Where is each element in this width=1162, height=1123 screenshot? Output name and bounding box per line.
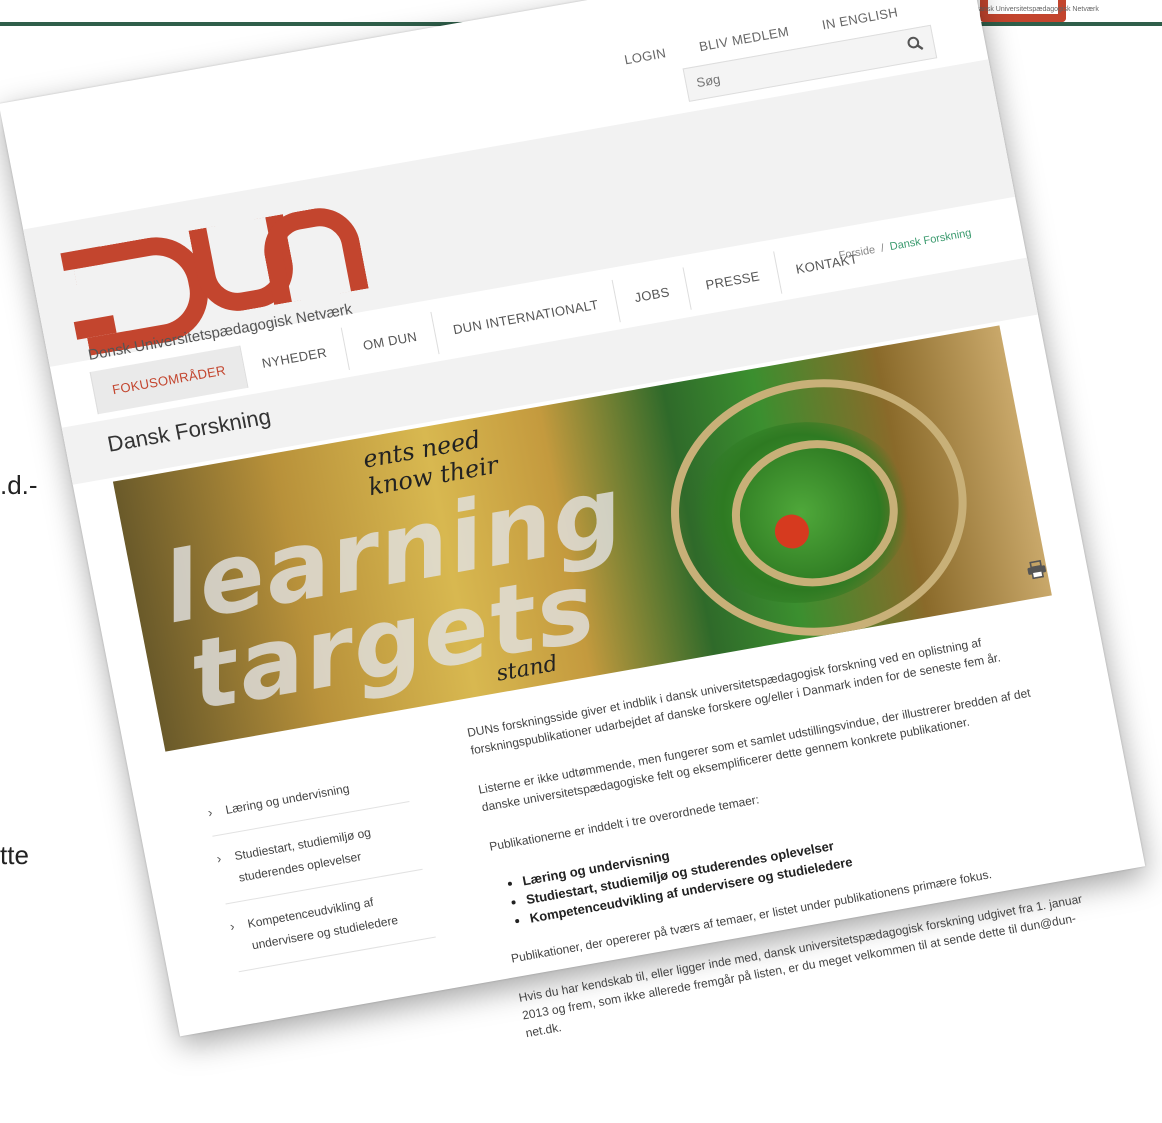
nav-item-jobs[interactable]: JOBS: [611, 267, 692, 323]
nav-item-om-dun[interactable]: OM DUN: [340, 311, 439, 371]
nav-item-nyheder[interactable]: NYHEDER: [239, 327, 349, 388]
webpage-card: LOGIN BLIV MEDLEM IN ENGLISH Donsk Unive…: [0, 0, 1146, 1040]
print-icon[interactable]: [1025, 559, 1048, 580]
corner-logo-text: Dansk Universitetspædagogisk Netværk: [974, 6, 1099, 13]
sidebar-item-label: Studiestart, studiemiljø og studerendes …: [233, 825, 372, 885]
list-item: Studiestart, studiemiljø og studerendes …: [525, 793, 1084, 909]
nav-item-kontakt[interactable]: KONTAKT: [773, 234, 880, 294]
become-member-link[interactable]: BLIV MEDLEM: [698, 24, 790, 54]
breadcrumb-separator: /: [879, 242, 886, 255]
slide-text-fragment: tte: [0, 840, 29, 870]
sidebar-item-label: Kompetenceudvikling af undervisere og st…: [246, 894, 400, 953]
breadcrumb-current: Dansk Forskning: [888, 226, 973, 254]
in-english-link[interactable]: IN ENGLISH: [821, 4, 899, 32]
search-icon[interactable]: [906, 35, 925, 53]
website-screenshot: LOGIN BLIV MEDLEM IN ENGLISH Donsk Unive…: [0, 0, 1146, 1040]
chevron-right-icon: ›: [228, 918, 236, 934]
slide-text-fragment: .d.-: [0, 470, 38, 500]
sidebar-item-label: Læring og undervisning: [224, 781, 351, 817]
nav-item-presse[interactable]: PRESSE: [682, 251, 782, 310]
sidebar-nav: › Læring og undervisning › Studiestart, …: [203, 755, 436, 973]
main-content: DUNs forskningsside giver et indblik i d…: [466, 622, 1113, 1064]
chevron-right-icon: ›: [215, 850, 223, 867]
chevron-right-icon: ›: [206, 804, 214, 821]
login-link[interactable]: LOGIN: [623, 45, 667, 67]
